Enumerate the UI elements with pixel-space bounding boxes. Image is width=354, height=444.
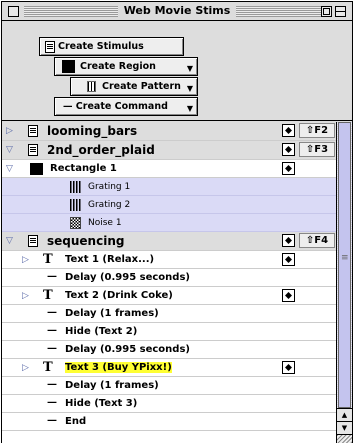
create-region-label: Create Region	[80, 61, 156, 72]
disclosure-triangle-icon[interactable]: ▷	[22, 291, 29, 301]
shortcut-button[interactable]: ⇧F2	[299, 123, 335, 138]
disclosure-triangle-icon[interactable]: ▷	[6, 126, 13, 136]
create-stimulus-label: Create Stimulus	[58, 41, 144, 52]
app-window: Web Movie Stims Create Stimulus Create R…	[1, 1, 353, 443]
create-command-label: — Create Command	[63, 101, 168, 112]
scroll-down-arrow-icon[interactable]: ▼	[337, 421, 352, 434]
create-region-button[interactable]: Create Region ▼	[54, 57, 198, 76]
command-dash-icon: —	[47, 415, 57, 426]
zoom-box-icon[interactable]	[321, 6, 332, 17]
create-pattern-label: Create Pattern	[102, 81, 181, 92]
movie-icon[interactable]	[282, 162, 295, 175]
movie-icon[interactable]	[282, 143, 295, 156]
list-item[interactable]: ▷ looming_bars ⇧F2	[2, 122, 336, 141]
list-item-label: Hide (Text 2)	[65, 326, 138, 337]
scroll-track[interactable]	[337, 122, 352, 408]
list-item-label: sequencing	[47, 234, 125, 248]
list-item-label: Rectangle 1	[50, 163, 117, 174]
resize-grip-icon[interactable]	[337, 434, 352, 443]
list-item[interactable]: Grating 1	[2, 178, 336, 196]
list-item-label: looming_bars	[47, 124, 138, 138]
scroll-up-arrow-icon[interactable]: ▲	[337, 408, 352, 421]
command-dash-icon: —	[47, 343, 57, 354]
grating-icon	[70, 181, 81, 193]
dropdown-arrow-icon: ▼	[186, 64, 193, 73]
list-item[interactable]: ▽ Rectangle 1	[2, 160, 336, 178]
disclosure-triangle-open-icon[interactable]: ▽	[6, 145, 13, 155]
command-dash-icon: —	[47, 397, 57, 408]
list-item[interactable]: ▽ sequencing ⇧F4	[2, 232, 336, 251]
command-dash-icon: —	[47, 271, 57, 282]
disclosure-triangle-open-icon[interactable]: ▽	[6, 236, 13, 246]
list-item[interactable]: ▷ T Text 1 (Relax...)	[2, 251, 336, 269]
list-item-label: End	[65, 416, 87, 427]
list-item-label: Hide (Text 3)	[65, 398, 138, 409]
create-command-button[interactable]: — Create Command ▼	[54, 97, 198, 116]
disclosure-triangle-open-icon[interactable]: ▽	[6, 164, 13, 174]
stimulus-document-icon	[28, 235, 38, 247]
command-dash-icon: —	[47, 379, 57, 390]
list-item-label: Grating 1	[88, 181, 131, 192]
dropdown-arrow-icon: ▼	[186, 84, 193, 93]
list-item[interactable]: ▷ T Text 2 (Drink Coke)	[2, 287, 336, 305]
list-item-label: 2nd_order_plaid	[47, 143, 155, 157]
stimulus-document-icon	[28, 125, 38, 137]
list-item[interactable]: ▽ 2nd_order_plaid ⇧F3	[2, 141, 336, 160]
title-bar[interactable]: Web Movie Stims	[2, 2, 352, 21]
command-dash-icon: —	[47, 325, 57, 336]
list-item-label: Grating 2	[88, 199, 131, 210]
text-icon: T	[43, 288, 53, 303]
list-item[interactable]: — Delay (1 frames)	[2, 305, 336, 323]
grating-icon	[70, 199, 81, 211]
text-icon: T	[43, 252, 53, 267]
list-item[interactable]: ▷ T Text 3 (Buy YPixx!)	[2, 359, 336, 377]
shortcut-button[interactable]: ⇧F4	[299, 233, 335, 248]
movie-icon[interactable]	[282, 361, 295, 374]
movie-icon[interactable]	[282, 289, 295, 302]
dropdown-arrow-icon: ▼	[186, 104, 193, 113]
rectangle-icon	[30, 163, 43, 175]
list-item-label: Text 1 (Relax...)	[65, 254, 155, 265]
collapse-box-icon[interactable]	[335, 6, 346, 17]
command-dash-icon: —	[47, 307, 57, 318]
list-item[interactable]: Noise 1	[2, 214, 336, 232]
list-item[interactable]: — Delay (1 frames)	[2, 377, 336, 395]
create-stimulus-button[interactable]: Create Stimulus	[39, 37, 184, 56]
noise-icon	[70, 217, 81, 229]
window-title: Web Movie Stims	[117, 4, 237, 17]
movie-icon[interactable]	[282, 124, 295, 137]
movie-icon[interactable]	[282, 234, 295, 247]
list-item-label: Delay (0.995 seconds)	[65, 272, 190, 283]
list-item-label: Delay (1 frames)	[65, 308, 159, 319]
list-item-label: Noise 1	[88, 217, 122, 228]
disclosure-triangle-icon[interactable]: ▷	[22, 255, 29, 265]
vertical-scrollbar[interactable]: ▲ ▼	[336, 122, 352, 443]
disclosure-triangle-icon[interactable]: ▷	[22, 363, 29, 373]
document-icon	[45, 40, 55, 53]
stimulus-document-icon	[28, 144, 38, 156]
grating-icon	[87, 81, 96, 92]
movie-icon[interactable]	[282, 253, 295, 266]
list-item[interactable]: Grating 2	[2, 196, 336, 214]
toolbar: Create Stimulus Create Region ▼ Create P…	[2, 22, 352, 121]
create-pattern-button[interactable]: Create Pattern ▼	[70, 77, 198, 96]
rectangle-icon	[62, 60, 75, 73]
list-item-label: Delay (1 frames)	[65, 380, 159, 391]
list-item[interactable]: — Delay (0.995 seconds)	[2, 341, 336, 359]
list-item[interactable]: — End	[2, 413, 336, 431]
list-item[interactable]: — Delay (0.995 seconds)	[2, 269, 336, 287]
shortcut-button[interactable]: ⇧F3	[299, 142, 335, 157]
list-item-label: Text 3 (Buy YPixx!)	[65, 362, 172, 373]
list-item-label: Text 2 (Drink Coke)	[65, 290, 173, 301]
scroll-thumb[interactable]	[338, 122, 351, 408]
list-item[interactable]: — Hide (Text 2)	[2, 323, 336, 341]
list-item[interactable]: — Hide (Text 3)	[2, 395, 336, 413]
list-item-label: Delay (0.995 seconds)	[65, 344, 190, 355]
text-icon: T	[43, 360, 53, 375]
stimulus-list: ▷ looming_bars ⇧F2 ▽ 2nd_order_plaid ⇧F3…	[2, 122, 336, 443]
